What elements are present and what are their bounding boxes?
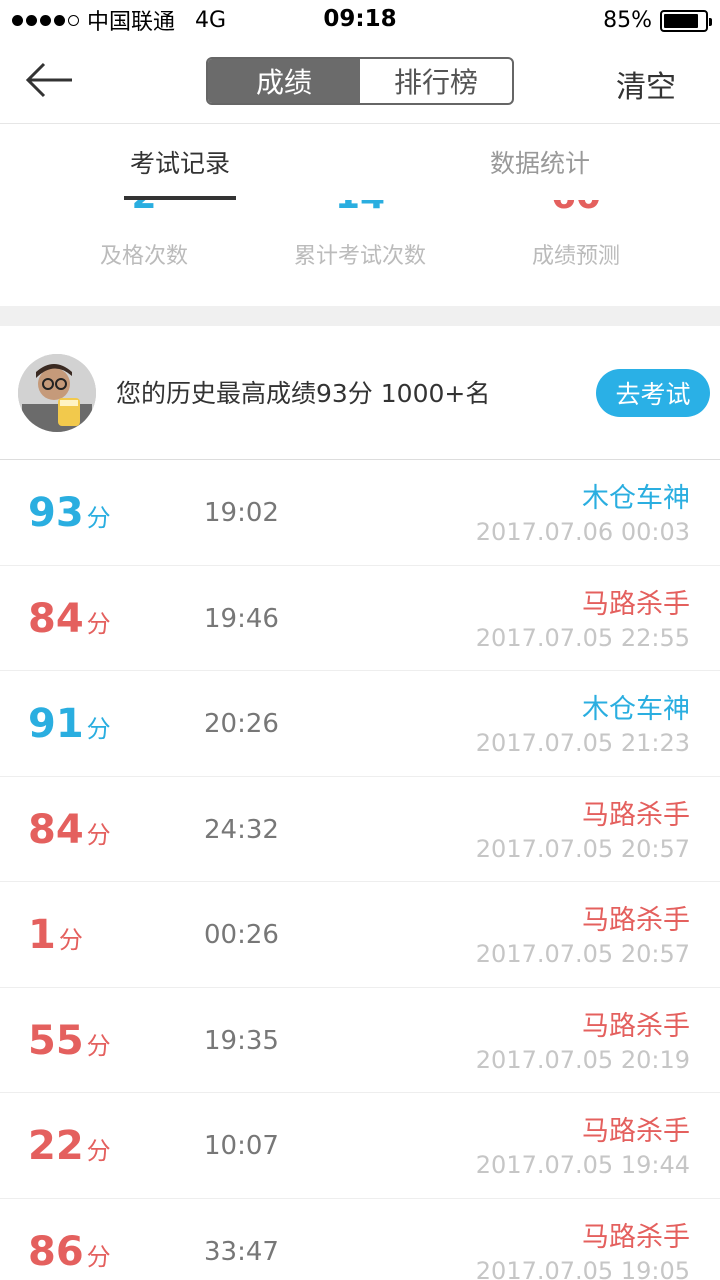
list-item[interactable]: 84 分 19:46 马路杀手 2017.07.05 22:55 (0, 566, 720, 671)
record-duration: 24:32 (204, 814, 279, 845)
list-item[interactable]: 86 分 33:47 马路杀手 2017.07.05 19:05 (0, 1199, 720, 1280)
record-title: 马路杀手 (582, 1116, 690, 1147)
network-type: 4G (195, 7, 227, 33)
list-item[interactable]: 91 分 20:26 木仓车神 2017.07.05 21:23 (0, 671, 720, 777)
back-button[interactable] (24, 60, 76, 100)
record-score: 22 分 (28, 1123, 111, 1169)
record-score: 91 分 (28, 701, 111, 747)
pass-count-label: 及格次数 (99, 244, 188, 269)
record-score: 84 分 (28, 806, 111, 853)
record-date: 2017.07.05 22:55 (475, 623, 690, 652)
section-divider (0, 306, 720, 326)
stats-panel: 2 及格次数 14 累计考试次数 60 成绩预测 (0, 200, 720, 306)
segmented-control: 成绩 排行榜 (206, 57, 514, 105)
record-date: 2017.07.06 00:03 (475, 518, 690, 546)
nav-bar: 成绩 排行榜 清空 (0, 40, 720, 124)
list-item[interactable]: 84 分 24:32 马路杀手 2017.07.05 20:57 (0, 777, 720, 882)
list-item[interactable]: 22 分 10:07 马路杀手 2017.07.05 19:44 (0, 1093, 720, 1199)
signal-strength-icon (12, 14, 79, 26)
arrow-left-icon (25, 62, 72, 98)
record-duration: 19:02 (204, 498, 279, 528)
record-date: 2017.07.05 20:19 (475, 1045, 690, 1074)
tab-leaderboard[interactable]: 排行榜 (360, 59, 512, 103)
record-title: 马路杀手 (582, 1010, 690, 1042)
sub-tabs: 考试记录 数据统计 (0, 124, 720, 200)
record-duration: 10:07 (204, 1131, 279, 1161)
battery-icon (660, 9, 712, 32)
record-date: 2017.07.05 19:44 (475, 1151, 690, 1179)
tab-scores[interactable]: 成绩 (208, 59, 360, 103)
records-list: 93 分 19:02 木仓车神 2017.07.06 00:03 84 分 19:4… (0, 460, 720, 1280)
record-score: 86 分 (28, 1228, 111, 1275)
status-bar: 中国联通 4G 09:18 85% (0, 0, 720, 40)
profile-summary: 您的历史最高成绩93分 1000+名 去考试 (0, 326, 720, 460)
battery-indicator: 85% (603, 8, 712, 33)
record-title: 木仓车神 (582, 694, 690, 725)
record-title: 马路杀手 (582, 799, 690, 831)
list-item[interactable]: 93 分 19:02 木仓车神 2017.07.06 00:03 (0, 460, 720, 566)
record-duration: 00:26 (204, 920, 279, 950)
tab-exam-records[interactable]: 考试记录 (0, 124, 360, 200)
record-title: 木仓车神 (582, 483, 690, 514)
record-date: 2017.07.05 20:57 (475, 940, 690, 968)
record-score: 1分 (28, 912, 83, 958)
record-title: 马路杀手 (582, 905, 690, 936)
avatar[interactable] (18, 354, 96, 432)
score-prediction-label: 成绩预测 (531, 244, 620, 269)
record-duration: 19:35 (204, 1025, 279, 1056)
record-score: 84 分 (28, 595, 111, 642)
record-duration: 33:47 (204, 1236, 279, 1267)
total-exams-value: 14 (240, 200, 480, 217)
clear-button[interactable]: 清空 (616, 62, 676, 106)
list-item[interactable]: 1分 00:26 马路杀手 2017.07.05 20:57 (0, 882, 720, 988)
tab-data-statistics[interactable]: 数据统计 (360, 124, 720, 200)
record-duration: 19:46 (204, 603, 279, 634)
total-exams-label: 累计考试次数 (293, 244, 426, 269)
record-date: 2017.07.05 21:23 (475, 729, 690, 757)
score-prediction-value: 60 (456, 200, 696, 217)
record-date: 2017.07.05 19:05 (475, 1256, 690, 1280)
list-item[interactable]: 55 分 19:35 马路杀手 2017.07.05 20:19 (0, 988, 720, 1093)
pass-count-value: 2 (24, 200, 264, 217)
record-score: 93 分 (28, 490, 111, 536)
best-score-text: 您的历史最高成绩93分 1000+名 (116, 379, 491, 408)
carrier-name: 中国联通 (87, 10, 176, 35)
record-title: 马路杀手 (582, 588, 690, 620)
record-date: 2017.07.05 20:57 (475, 834, 690, 863)
take-exam-button[interactable]: 去考试 (596, 369, 710, 417)
record-duration: 20:26 (204, 709, 279, 739)
record-score: 55 分 (28, 1017, 111, 1064)
record-title: 马路杀手 (582, 1221, 690, 1253)
battery-percent: 85% (603, 8, 652, 33)
